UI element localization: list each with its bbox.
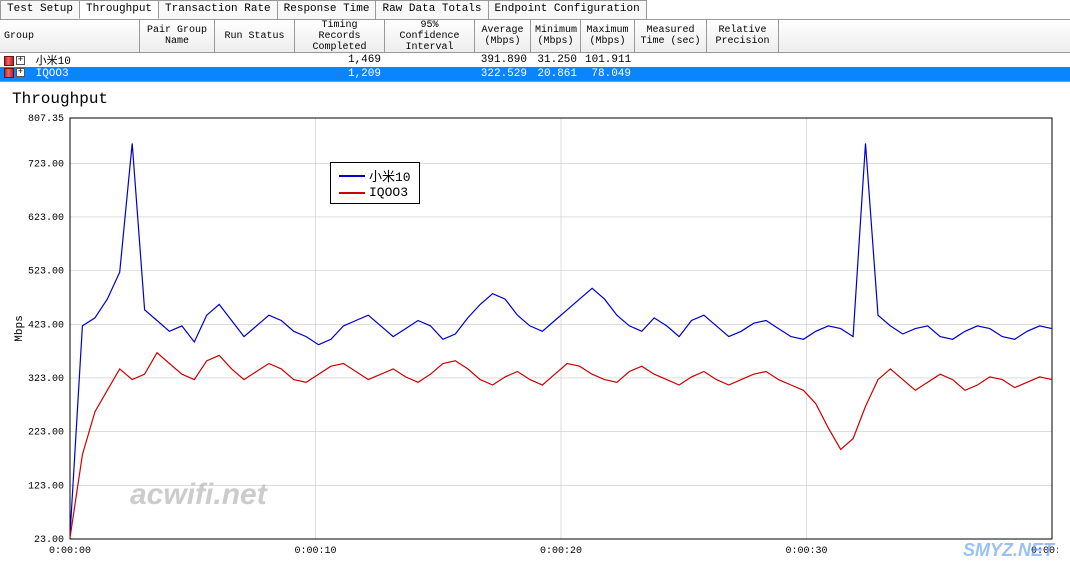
svg-text:0:00:20: 0:00:20: [540, 546, 582, 557]
table-row[interactable]: + 小米10 1,469 391.890 31.250 101.911: [0, 53, 1070, 67]
svg-text:0:00:00: 0:00:00: [49, 546, 91, 557]
row-timing: 1,469: [295, 54, 385, 66]
results-grid: Group Pair GroupName Run Status Timing R…: [0, 20, 1070, 82]
tab-raw-data-totals[interactable]: Raw Data Totals: [375, 0, 488, 19]
row-max: 101.911: [581, 54, 635, 66]
row-timing: 1,209: [295, 68, 385, 80]
col-confidence[interactable]: 95% ConfidenceInterval: [385, 20, 475, 52]
svg-text:323.00: 323.00: [28, 374, 64, 385]
col-pair-group[interactable]: Pair GroupName: [140, 20, 215, 52]
col-group[interactable]: Group: [0, 20, 140, 52]
svg-text:0:00:30: 0:00:30: [785, 546, 827, 557]
svg-text:0:00:40: 0:00:40: [1031, 546, 1058, 557]
col-average[interactable]: Average(Mbps): [475, 20, 531, 52]
table-row[interactable]: + IQOO3 1,209 322.529 20.861 78.049: [0, 67, 1070, 81]
row-min: 31.250: [531, 54, 581, 66]
svg-text:0:00:10: 0:00:10: [294, 546, 336, 557]
col-maximum[interactable]: Maximum(Mbps): [581, 20, 635, 52]
legend-swatch-2: [339, 192, 365, 194]
col-minimum[interactable]: Minimum(Mbps): [531, 20, 581, 52]
col-measured[interactable]: MeasuredTime (sec): [635, 20, 707, 52]
row-min: 20.861: [531, 68, 581, 80]
row-name: 小米10: [36, 56, 71, 68]
tab-response-time[interactable]: Response Time: [277, 0, 377, 19]
svg-text:23.00: 23.00: [34, 535, 64, 546]
grid-header-row: Group Pair GroupName Run Status Timing R…: [0, 20, 1070, 53]
svg-text:623.00: 623.00: [28, 213, 64, 224]
svg-text:723.00: 723.00: [28, 159, 64, 170]
tab-test-setup[interactable]: Test Setup: [0, 0, 80, 19]
col-run-status[interactable]: Run Status: [215, 20, 295, 52]
chart-legend: 小米10 IQOO3: [330, 162, 420, 204]
row-max: 78.049: [581, 68, 635, 80]
col-timing[interactable]: Timing RecordsCompleted: [295, 20, 385, 52]
chart-panel: Throughput 23.00 123.00 223.00 323.00 423.00…: [0, 82, 1070, 571]
tab-transaction-rate[interactable]: Transaction Rate: [158, 0, 278, 19]
legend-label-1: 小米10: [369, 166, 411, 185]
svg-text:423.00: 423.00: [28, 320, 64, 331]
svg-text:523.00: 523.00: [28, 267, 64, 278]
svg-text:807.35: 807.35: [28, 114, 64, 125]
expand-icon[interactable]: +: [16, 68, 25, 77]
row-avg: 322.529: [475, 68, 531, 80]
tab-throughput[interactable]: Throughput: [79, 0, 159, 19]
throughput-chart: 23.00 123.00 223.00 323.00 423.00 523.00 623.0…: [10, 112, 1058, 567]
tab-bar: Test Setup Throughput Transaction Rate R…: [0, 0, 1070, 20]
svg-text:Mbps: Mbps: [14, 315, 26, 341]
expand-icon[interactable]: +: [16, 56, 25, 65]
row-avg: 391.890: [475, 54, 531, 66]
legend-label-2: IQOO3: [369, 185, 408, 200]
group-icon: [4, 56, 14, 66]
col-precision[interactable]: RelativePrecision: [707, 20, 779, 52]
chart-svg: 23.00 123.00 223.00 323.00 423.00 523.00 623.0…: [10, 112, 1058, 567]
svg-text:123.00: 123.00: [28, 481, 64, 492]
svg-text:223.00: 223.00: [28, 428, 64, 439]
tab-endpoint-config[interactable]: Endpoint Configuration: [488, 0, 647, 19]
row-name: IQOO3: [36, 68, 69, 80]
legend-swatch-1: [339, 175, 365, 177]
group-icon: [4, 68, 14, 78]
chart-title: Throughput: [12, 90, 1060, 108]
